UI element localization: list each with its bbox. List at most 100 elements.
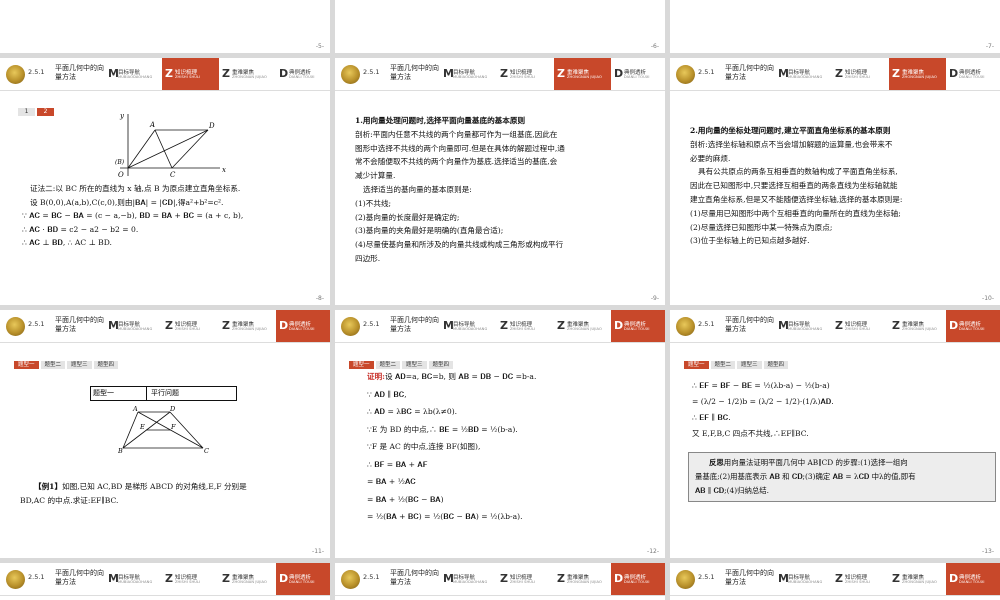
example-text: 【例1】如图,已知 AC,BD 是梯形 ABCD 的对角线,E,F 分别是 BD…	[20, 480, 320, 507]
section-title: 平面几何中的向量方法	[725, 569, 774, 586]
tab-type-1[interactable]: 题型一	[684, 361, 709, 369]
tab-dianli[interactable]: D 典例透析 DIANLI TOUXI	[611, 563, 665, 595]
line: 证明:设 𝐀𝐃=a, 𝐁𝐂=b, 则 𝐀𝐁 = 𝐃𝐁 − 𝐃𝐂 =b-a.	[367, 372, 537, 381]
principle-text: 1.用向量处理问题时,选择平面向量基底的基本原则 剖析:平面内任意不共线的两个向…	[355, 114, 655, 266]
line: = ½(𝐁𝐀 + 𝐁𝐂) = ½(𝐁𝐂 − 𝐁𝐀) = ½(λb-a).	[367, 512, 523, 521]
slide-header: 2.5.1 平面几何中的向量方法 M 目标导航 MUBIAODAOHANG Z 知识梳…	[0, 310, 330, 343]
label-O: O	[118, 171, 124, 179]
tab-mubiao[interactable]: M 目标导航 MUBIAODAOHANG	[775, 310, 832, 342]
trapezoid-figure: A D E F B C	[118, 405, 209, 454]
label-E: E	[139, 423, 145, 431]
tab-zhongnan[interactable]: Z 重难聚焦 ZHONGNAN JUJIAO	[219, 563, 276, 595]
tab-dianli[interactable]: D 典例透析 DIANLI TOUXI	[946, 563, 1000, 595]
tab-zhishi[interactable]: Z 知识梳理 ZHISHI SHULI	[162, 563, 219, 595]
proof-text: 证法二:以 BC 所在的直线为 x 轴,点 B 为原点建立直角坐标系. 设 B(…	[22, 182, 320, 250]
line: 𝐀𝐁 ∥ 𝐂𝐃;(4)归纳总结.	[695, 486, 770, 495]
tab-zhishi[interactable]: Z 知识梳理 ZHISHI SHULI	[832, 58, 889, 90]
slide-8[interactable]: 2.5.1 平面几何中的向量方法 M 目标导航 MUBIAODAOHANG Z 知识梳…	[0, 58, 330, 305]
slide-7: -7-	[670, 0, 1000, 53]
tab-zhongnan[interactable]: Z 重难聚焦 ZHONGNAN JUJIAO	[554, 310, 611, 342]
tab-zhishi[interactable]: Z 知识梳理 ZHISHI SHULI	[497, 563, 554, 595]
slide-10[interactable]: 2.5.1 平面几何中的向量方法 M 目标导航 MUBIAODAOHANG Z 知识梳…	[670, 58, 1000, 305]
section-title: 平面几何中的向量方法	[55, 316, 104, 333]
tab-dianli[interactable]: D 典例透析 DIANLI TOUXI	[611, 58, 665, 90]
line: BD,AC 的中点.求证:EF∥BC.	[20, 495, 119, 505]
tab-zhishi[interactable]: Z 知识梳理 ZHISHI SHULI	[497, 310, 554, 342]
school-logo	[6, 317, 25, 336]
heading: 1.用向量处理问题时,选择平面向量基底的基本原则	[355, 116, 526, 125]
line: ∴ 𝐁𝐅 = 𝐁𝐀 + 𝐀𝐅	[367, 459, 428, 469]
tab-type-2[interactable]: 题型二	[710, 361, 736, 369]
tab-zhishi[interactable]: Z 知识梳理 ZHISHI SHULI	[162, 58, 219, 90]
tab-zhongnan[interactable]: Z 重难聚焦 ZHONGNAN JUJIAO	[554, 563, 611, 595]
tab-mubiao[interactable]: M 目标导航 MUBIAODAOHANG	[440, 310, 497, 342]
line: 必要的麻烦.	[690, 153, 731, 163]
label-x: x	[222, 166, 226, 174]
tab-dianli[interactable]: D 典例透析 DIANLI TOUXI	[276, 563, 330, 595]
line: (3)基向量的夹角最好是明确的(直角最合适);	[355, 226, 504, 236]
line: 因此在已知图形中,只要选择互相垂直的两条直线为坐标轴就能	[690, 181, 898, 191]
school-logo	[6, 65, 25, 84]
tab-zhishi[interactable]: Z 知识梳理 ZHISHI SHULI	[832, 310, 889, 342]
tab-zhishi[interactable]: Z 知识梳理 ZHISHI SHULI	[832, 563, 889, 595]
line: = (λ/2 − 1/2)b = (λ/2 − 1/2)·(1/λ)𝐀𝐃.	[692, 397, 834, 406]
tab-mubiao[interactable]: M 目标导航 MUBIAODAOHANG	[105, 58, 162, 90]
tab-dianli[interactable]: D 典例透析 DIANLI TOUXI	[946, 58, 1000, 90]
page-number: -13-	[982, 548, 994, 555]
slide-header: 2.5.1 平面几何中的向量方法 M 目标导航 MUBIAODAOHANG Z 知识梳…	[335, 310, 665, 343]
page-number: -5-	[315, 43, 324, 50]
slide-11[interactable]: 2.5.1 平面几何中的向量方法 M 目标导航 MUBIAODAOHANG Z 知识梳…	[0, 310, 330, 558]
tab-zhongnan[interactable]: Z 重难聚焦 ZHONGNAN JUJIAO	[219, 310, 276, 342]
tab-dianli[interactable]: D 典例透析 DIANLI TOUXI	[611, 310, 665, 342]
section-title: 平面几何中的向量方法	[725, 64, 774, 81]
tab-dianli[interactable]: D 典例透析 DIANLI TOUXI	[276, 310, 330, 342]
slide-header: 2.5.1 平面几何中的向量方法 M 目标导航 MUBIAODAOHANG Z 知识梳…	[335, 58, 665, 91]
tab-zhongnan[interactable]: Z 重难聚焦 ZHONGNAN JUJIAO	[889, 563, 946, 595]
principle-text: 2.用向量的坐标处理问题时,建立平面直角坐标系的基本原则 剖析:选择坐标轴和原点…	[690, 124, 990, 248]
tab-type-3[interactable]: 题型三	[67, 361, 92, 369]
tab-mubiao[interactable]: M 目标导航 MUBIAODAOHANG	[775, 58, 832, 90]
tab-mubiao[interactable]: M 目标导航 MUBIAODAOHANG	[105, 310, 162, 342]
page-number: -10-	[982, 295, 994, 302]
slide-13[interactable]: 2.5.1 平面几何中的向量方法 M 目标导航 MUBIAODAOHANG Z 知识梳…	[670, 310, 1000, 558]
pager-1[interactable]: 1	[18, 108, 35, 116]
label-B: (B)	[115, 159, 125, 166]
tab-mubiao[interactable]: M 目标导航 MUBIAODAOHANG	[105, 563, 162, 595]
pager-2[interactable]: 2	[37, 108, 54, 116]
line: 选择适当的基向量的基本原则是:	[363, 184, 472, 194]
tab-zhongnan[interactable]: Z 重难聚焦 ZHONGNAN JUJIAO	[554, 58, 611, 90]
line: 量基底;(2)用基底表示 𝐀𝐁 和 𝐂𝐃;(3)确定 𝐀𝐁 = λ𝐂𝐃 中λ的值…	[695, 472, 916, 481]
tab-type-4[interactable]: 题型四	[93, 361, 119, 369]
tab-zhongnan[interactable]: Z 重难聚焦 ZHONGNAN JUJIAO	[889, 310, 946, 342]
type-table: 题型一 平行问题	[90, 386, 237, 401]
tab-type-2[interactable]: 题型二	[40, 361, 66, 369]
line: 四边形.	[355, 253, 381, 263]
tab-mubiao[interactable]: M 目标导航 MUBIAODAOHANG	[440, 58, 497, 90]
tab-dianli[interactable]: D 典例透析 DIANLI TOUXI	[946, 310, 1000, 342]
label-F: F	[170, 423, 176, 431]
tab-dianli[interactable]: D 典例透析 DIANLI TOUXI	[276, 58, 330, 90]
tab-zhongnan[interactable]: Z 重难聚焦 ZHONGNAN JUJIAO	[219, 58, 276, 90]
line: 又 E,F,B,C 四点不共线,∴EF∥BC.	[692, 429, 809, 438]
line: 设 B(0,0),A(a,b),C(c,0),则由|𝐁𝐀| = |𝐂𝐃|,得a²…	[30, 197, 224, 207]
section-title: 平面几何中的向量方法	[55, 64, 104, 81]
slide-12[interactable]: 2.5.1 平面几何中的向量方法 M 目标导航 MUBIAODAOHANG Z 知识梳…	[335, 310, 665, 558]
school-logo	[341, 317, 360, 336]
line: = 𝐁𝐀 + ½𝐀𝐂	[367, 477, 416, 486]
page-number: -9-	[650, 295, 659, 302]
label-C: C	[204, 447, 209, 454]
tab-mubiao[interactable]: M 目标导航 MUBIAODAOHANG	[440, 563, 497, 595]
slide-9[interactable]: 2.5.1 平面几何中的向量方法 M 目标导航 MUBIAODAOHANG Z 知识梳…	[335, 58, 665, 305]
tab-type-1[interactable]: 题型一	[14, 361, 39, 369]
tab-mubiao[interactable]: M 目标导航 MUBIAODAOHANG	[775, 563, 832, 595]
tab-zhongnan[interactable]: Z 重难聚焦 ZHONGNAN JUJIAO	[889, 58, 946, 90]
slide-5: -5-	[0, 0, 330, 53]
section-title: 平面几何中的向量方法	[390, 316, 439, 333]
question-type-tabs: 题型一 题型二 题型三 题型四	[684, 351, 790, 370]
tab-type-4[interactable]: 题型四	[763, 361, 789, 369]
tab-zhishi[interactable]: Z 知识梳理 ZHISHI SHULI	[497, 58, 554, 90]
tab-zhishi[interactable]: Z 知识梳理 ZHISHI SHULI	[162, 310, 219, 342]
line: ∴ 𝐀𝐃 = λ𝐁𝐂 = λb(λ≠0).	[367, 407, 458, 416]
tab-type-3[interactable]: 题型三	[737, 361, 762, 369]
line: ∵F 是 AC 的中点,连接 BF(如图),	[367, 442, 481, 451]
